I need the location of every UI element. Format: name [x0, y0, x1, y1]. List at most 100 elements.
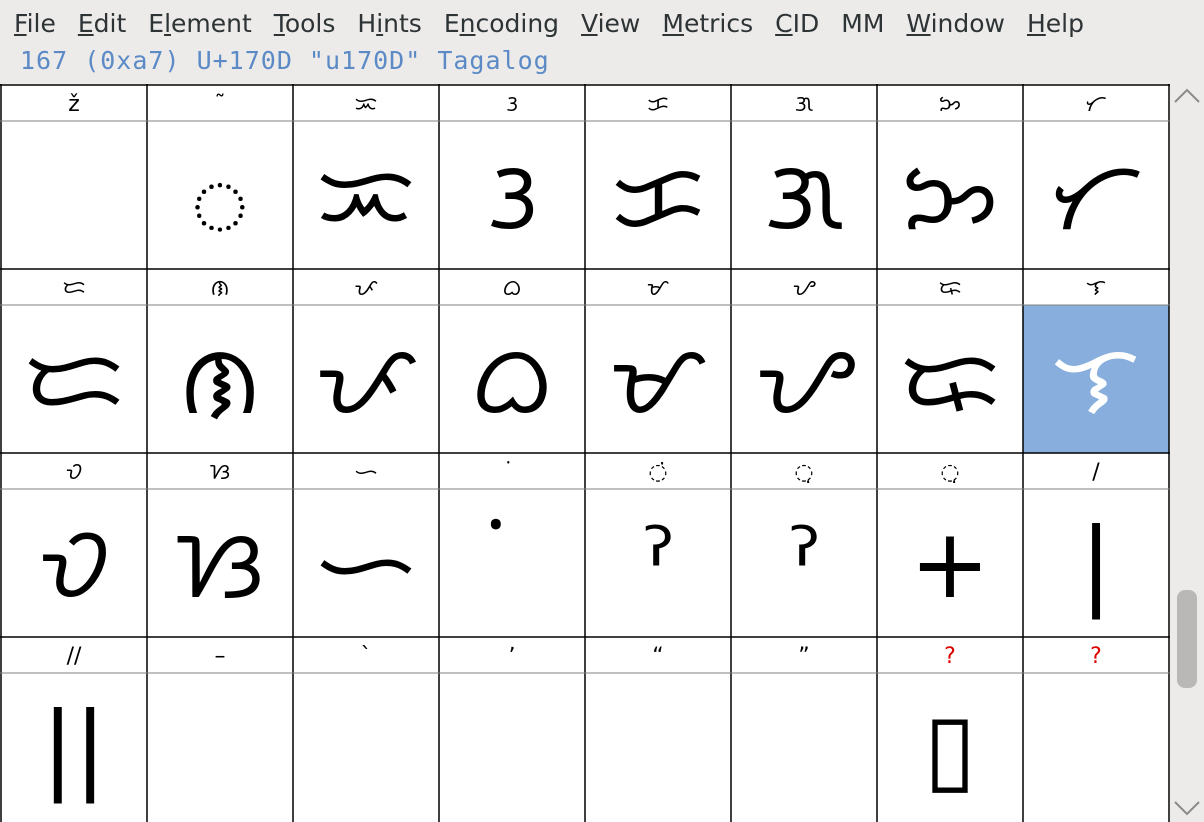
glyph-label: ᜈ [211, 276, 230, 301]
glyph-image: ᜀ [190, 140, 250, 252]
glyph-body-bg [1, 121, 147, 269]
glyph-label: ᜐ [210, 460, 230, 485]
glyph-label: ᜅ [939, 92, 961, 117]
glyph-cell-missing-1[interactable]: ?▯ [877, 637, 1023, 821]
glyph-cell-tagalog-ga[interactable]: ᜄᜄ [731, 85, 877, 269]
glyph-image: ˀ [640, 508, 675, 620]
glyph-label: ᜆ [1085, 92, 1106, 117]
glyph-cell-tagalog-a[interactable]: ˜ᜀ [147, 85, 293, 269]
glyph-label: ` [361, 644, 372, 669]
glyph-label: ᜋ [647, 276, 670, 301]
glyph-image: ▯ [924, 692, 977, 804]
glyph-image: || [42, 692, 107, 805]
glyph-cell-tagalog-da[interactable]: ᜇᜇ [1, 269, 147, 453]
menu-edit[interactable]: Edit [78, 9, 126, 38]
menu-view[interactable]: View [581, 9, 640, 38]
glyph-image: ᜏ [37, 508, 110, 620]
glyph-image: ᜄ [764, 140, 844, 252]
glyph-image: ᜁ [317, 140, 414, 252]
glyph-image: ᜈ [179, 324, 261, 436]
glyph-cell-danda[interactable]: /| [1023, 453, 1169, 637]
glyph-cell-tagalog-ha[interactable]: ᜑᜑ [293, 453, 439, 637]
glyph-cell-tagalog-pa[interactable]: ᜉᜉ [293, 269, 439, 453]
glyph-cell-tagalog-i-mark[interactable]: ◌̇ ˀ [585, 453, 731, 637]
glyph-info-line: 167 (0xa7) U+170D "u170D" Tagalog [20, 46, 550, 75]
glyph-cell-tagalog-u-mark[interactable]: ◌̣ ˀ [731, 453, 877, 637]
glyph-cell-tagalog-la[interactable]: ᜎᜎ [1023, 269, 1169, 453]
glyph-image: ˀ [786, 508, 821, 620]
glyph-cell-tagalog-ta[interactable]: ᜆᜆ [1023, 85, 1169, 269]
glyph-label: ? [1090, 644, 1102, 669]
menu-cid[interactable]: CID [775, 9, 819, 38]
menu-tools[interactable]: Tools [274, 9, 336, 38]
glyph-cell-tagalog-wa[interactable]: ᜏᜏ [1, 453, 147, 637]
glyph-label: ᜄ [795, 92, 813, 117]
glyph-cell-tagalog-ka[interactable]: ᜃᜃ [585, 85, 731, 269]
menu-file[interactable]: File [14, 9, 56, 38]
glyph-image: ᜌ [755, 324, 856, 436]
glyph-cell-double-danda[interactable]: // || [1, 637, 147, 821]
glyph-image: ᜐ [176, 508, 265, 620]
menu-encoding[interactable]: Encoding [444, 9, 559, 38]
glyph-cell-tagalog-sa[interactable]: ᜐᜐ [147, 453, 293, 637]
glyph-image: ᜎ [1052, 324, 1140, 436]
menu-metrics[interactable]: Metrics [662, 9, 753, 38]
glyph-body-bg [439, 489, 585, 637]
glyph-label: // [67, 644, 82, 669]
glyph-label: ᜇ [62, 276, 85, 301]
glyph-cell-quoteleft[interactable]: ` [293, 637, 439, 821]
scrollbar-thumb[interactable] [1177, 590, 1197, 688]
glyph-label: ◌̣ [794, 460, 813, 485]
glyph-label: ” [798, 644, 809, 669]
glyph-cell-endash[interactable]: – [147, 637, 293, 821]
glyph-body-bg [293, 673, 439, 821]
scroll-up-arrow-icon[interactable] [1172, 86, 1202, 106]
glyph-label: ˜ [215, 92, 226, 117]
glyph-cell-missing-2[interactable]: ? [1023, 637, 1169, 821]
glyph-label: ž [68, 92, 80, 117]
glyph-label: ᜍ [938, 276, 961, 301]
menu-help[interactable]: Help [1027, 9, 1084, 38]
glyph-cell-tagalog-virama[interactable]: ◌̣ + [877, 453, 1023, 637]
menu-element[interactable]: Element [148, 9, 252, 38]
glyph-cell-tagalog-ba[interactable]: ᜊᜊ [439, 269, 585, 453]
glyph-cell-tagalog-i-sign[interactable]: ᜒᜒ [439, 453, 585, 637]
glyph-image: ᜑ [316, 508, 417, 620]
glyph-cell-tagalog-i[interactable]: ᜁᜁ [293, 85, 439, 269]
glyph-cell-tagalog-nga[interactable]: ᜅᜅ [877, 85, 1023, 269]
vertical-scrollbar[interactable] [1170, 84, 1204, 822]
glyph-label: ᜃ [647, 92, 669, 117]
glyph-grid[interactable]: ž˜ᜀᜁᜁᜂᜂᜃᜃᜄᜄᜅᜅᜆᜆᜇᜇᜈᜈᜉᜉᜊᜊᜋᜋᜌᜌᜍᜍᜎᜎᜏᜏᜐᜐᜑᜑᜒᜒ◌… [0, 84, 1170, 822]
glyph-body-bg [731, 673, 877, 821]
glyph-label: “ [652, 644, 663, 669]
glyph-cell-tagalog-ma[interactable]: ᜋᜋ [585, 269, 731, 453]
glyph-cell-tagalog-na[interactable]: ᜈᜈ [147, 269, 293, 453]
glyph-image: | [1080, 508, 1112, 621]
glyph-body-bg [585, 673, 731, 821]
glyph-cell-quotedblleft[interactable]: “ [585, 637, 731, 821]
glyph-label: ᜊ [503, 276, 522, 301]
glyph-cell-tagalog-u[interactable]: ᜂᜂ [439, 85, 585, 269]
glyph-label: ◌̣ [940, 460, 959, 485]
glyph-cell-zcaron[interactable]: ž [1, 85, 147, 269]
glyph-image: ᜆ [1049, 140, 1143, 252]
menu-window[interactable]: Window [906, 9, 1005, 38]
glyph-cell-tagalog-ra[interactable]: ᜍᜍ [877, 269, 1023, 453]
scroll-down-arrow-icon[interactable] [1172, 798, 1202, 818]
glyph-image: ᜍ [900, 324, 1001, 436]
glyph-label: ◌̇ [648, 460, 667, 485]
glyph-label: ᜂ [506, 92, 518, 117]
glyph-grid-canvas[interactable]: ž˜ᜀᜁᜁᜂᜂᜃᜃᜄᜄᜅᜅᜆᜆᜇᜇᜈᜈᜉᜉᜊᜊᜋᜋᜌᜌᜍᜍᜎᜎᜏᜏᜐᜐᜑᜑᜒᜒ◌… [0, 84, 1170, 822]
glyph-image: ᜊ [471, 324, 553, 436]
glyph-image: + [910, 508, 990, 620]
glyph-cell-quoteright[interactable]: ʼ [439, 637, 585, 821]
menu-hints[interactable]: Hints [357, 9, 421, 38]
glyph-image: ᜃ [611, 140, 705, 252]
menu-mm[interactable]: MM [841, 9, 884, 38]
glyph-label: ᜑ [354, 460, 377, 485]
glyph-cell-quotedblright[interactable]: ” [731, 637, 877, 821]
menubar: File Edit Element Tools Hints Encoding V… [0, 0, 1204, 46]
glyph-cell-tagalog-ya[interactable]: ᜌᜌ [731, 269, 877, 453]
glyph-label: ᜁ [355, 92, 377, 117]
glyph-body-bg [1023, 673, 1169, 821]
